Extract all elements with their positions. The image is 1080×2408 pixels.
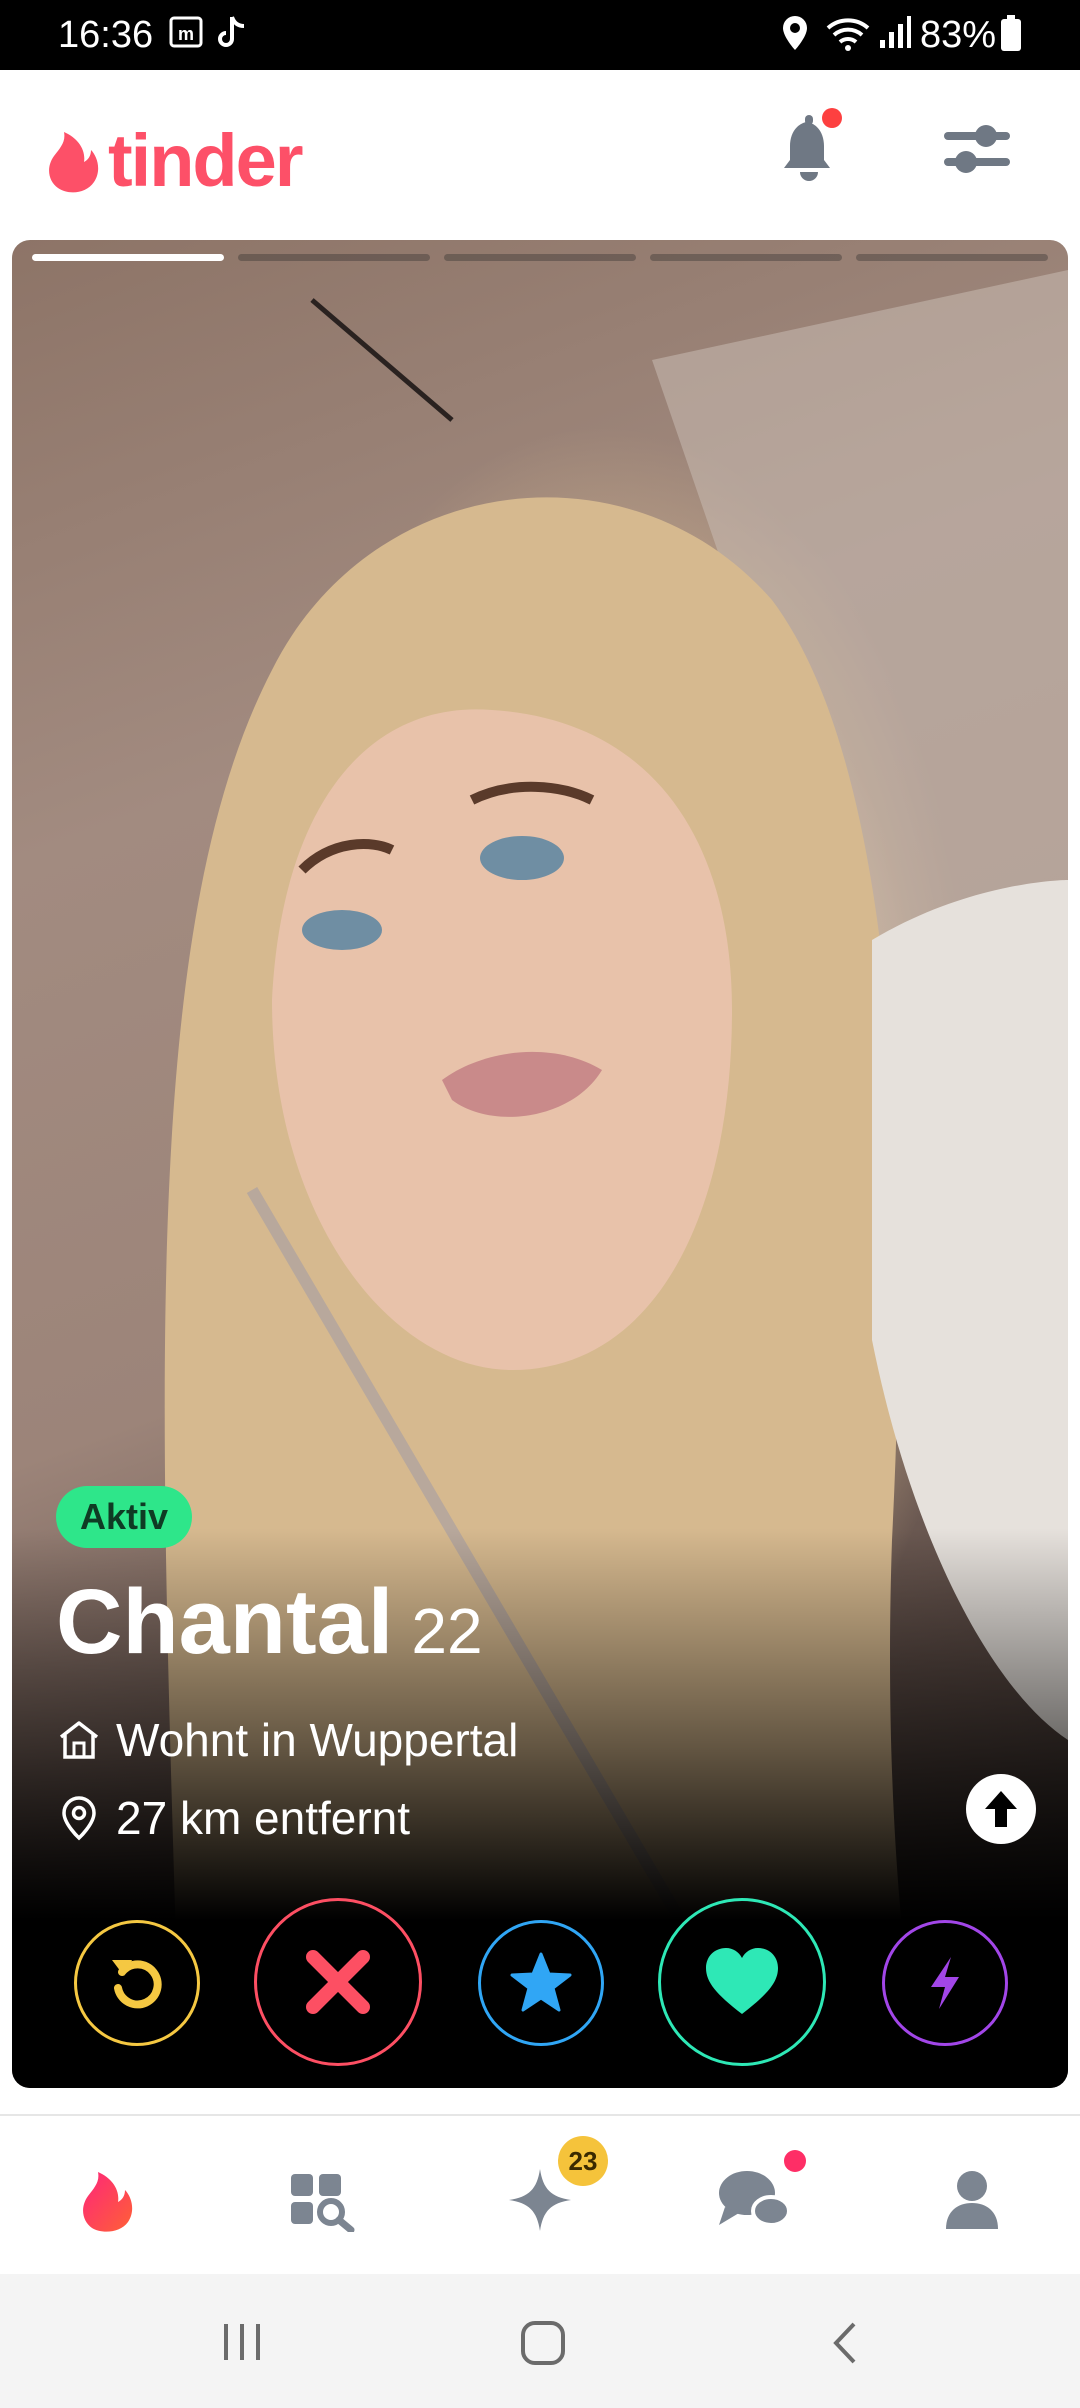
- photo-indicator[interactable]: [650, 254, 842, 261]
- svg-text:m: m: [178, 24, 194, 44]
- system-navigation-bar: [0, 2274, 1080, 2408]
- back-icon[interactable]: [830, 2320, 860, 2366]
- chat-icon: [719, 2171, 791, 2227]
- nav-swipe[interactable]: [66, 2160, 146, 2240]
- location-icon: [783, 16, 807, 50]
- rewind-icon: [112, 1960, 162, 2009]
- distance-text: 27 km entfernt: [116, 1792, 411, 1844]
- bolt-icon: [931, 1957, 959, 2009]
- profile-card[interactable]: Aktiv Chantal 22 Wohnt in Wuppertal 27 km…: [12, 240, 1068, 2088]
- sliders-icon: [944, 125, 1010, 173]
- battery-level: 83%: [920, 14, 997, 56]
- chat-notification-dot: [784, 2150, 806, 2172]
- profile-icon: [946, 2171, 998, 2229]
- flame-logo-icon: [49, 132, 99, 193]
- wifi-icon: [826, 18, 870, 51]
- action-bar: [12, 1898, 1068, 2070]
- recent-apps-icon[interactable]: [220, 2322, 266, 2362]
- status-bar: 16:36 m 83%: [0, 0, 1080, 70]
- photo-indicator[interactable]: [238, 254, 430, 261]
- app-header: tinder: [0, 70, 1080, 238]
- nav-profile[interactable]: [932, 2160, 1012, 2240]
- status-time: 16:36: [58, 14, 154, 56]
- star-icon: [510, 1952, 572, 2012]
- battery-icon: [1001, 15, 1021, 51]
- bell-icon: [784, 108, 842, 181]
- location-pin-icon: [62, 1796, 96, 1841]
- arrow-up-icon: [985, 1791, 1017, 1827]
- rewind-button[interactable]: [74, 1920, 200, 2046]
- photo-indicator[interactable]: [444, 254, 636, 261]
- residence-text: Wohnt in Wuppertal: [116, 1714, 519, 1766]
- nav-explore[interactable]: [282, 2160, 362, 2240]
- tiktok-notification-icon: [218, 16, 245, 47]
- notifications-button[interactable]: [778, 106, 848, 191]
- photo-progress: [32, 254, 1048, 262]
- active-status-badge: Aktiv: [56, 1486, 193, 1548]
- photo-indicator[interactable]: [856, 254, 1048, 261]
- bottom-nav: [0, 2114, 1080, 2276]
- home-icon: [59, 1721, 99, 1759]
- distance-row: 27 km entfernt: [56, 1788, 410, 1848]
- filter-settings-button[interactable]: [940, 114, 1014, 189]
- likes-count-badge: 23: [558, 2136, 608, 2186]
- boost-button[interactable]: [882, 1920, 1008, 2046]
- like-button[interactable]: [658, 1898, 826, 2066]
- tinder-logo[interactable]: tinder: [44, 116, 304, 206]
- gallery-notification-icon: m: [169, 16, 203, 48]
- nope-button[interactable]: [254, 1898, 422, 2066]
- expand-profile-button[interactable]: [966, 1774, 1036, 1844]
- flame-icon: [83, 2172, 133, 2232]
- app-wordmark: tinder: [108, 119, 304, 202]
- photo-indicator[interactable]: [32, 254, 224, 261]
- residence-row: Wohnt in Wuppertal: [56, 1710, 518, 1770]
- nav-chat[interactable]: [714, 2160, 794, 2240]
- super-like-button[interactable]: [478, 1920, 604, 2046]
- heart-icon: [706, 1948, 778, 2014]
- profile-age: 22: [411, 1595, 483, 1667]
- profile-name-row: Chantal 22: [56, 1570, 483, 1675]
- profile-name: Chantal: [56, 1571, 394, 1673]
- home-nav-icon[interactable]: [520, 2320, 566, 2366]
- explore-icon: [291, 2174, 355, 2232]
- signal-icon: [880, 16, 911, 48]
- x-icon: [306, 1950, 370, 2014]
